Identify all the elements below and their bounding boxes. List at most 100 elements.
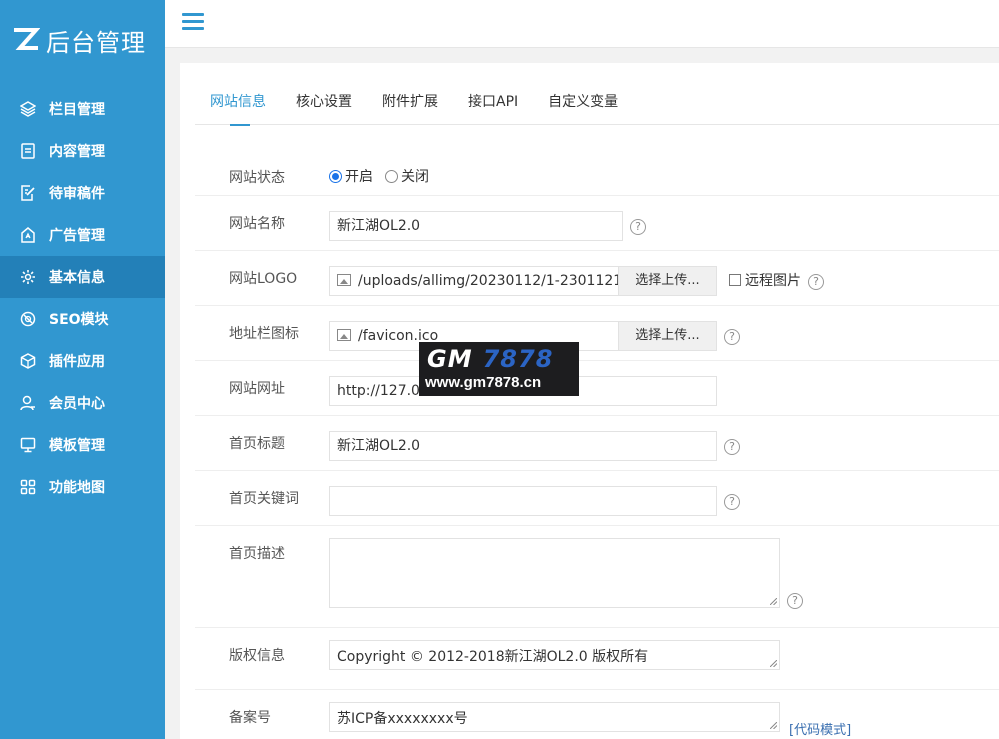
copyright-textarea[interactable]: Copyright © 2012-2018新江湖OL2.0 版权所有 (329, 640, 780, 670)
form-row-logo: 网站LOGO /uploads/allimg/20230112/1-230112… (195, 251, 999, 306)
watermark-number: 7878 (482, 345, 554, 373)
home-title-input[interactable]: 新江湖OL2.0 (329, 431, 717, 461)
sidebar-item-seo[interactable]: SEO模块 (0, 298, 165, 340)
sidebar-item-label: 内容管理 (49, 144, 105, 160)
sidebar-item-label: 栏目管理 (49, 102, 105, 118)
logo[interactable]: 后台管理 (0, 0, 165, 80)
icp-value: 苏ICP备xxxxxxxx号 (337, 711, 468, 727)
sidebar-nav: 栏目管理 内容管理 待审稿件 广告管理 基本信息 SEO模块 插件应用 会员中心… (0, 88, 165, 508)
favicon-upload-button[interactable]: 选择上传... (618, 321, 717, 351)
sidebar-item-label: 广告管理 (49, 228, 105, 244)
remote-image-label: 远程图片 (745, 273, 801, 289)
form-row-icp: 备案号 苏ICP备xxxxxxxx号 [代码模式] (195, 690, 999, 739)
sidebar-item-label: 模板管理 (49, 438, 105, 454)
tab-core-settings[interactable]: 核心设置 (281, 63, 367, 125)
sidebar-item-plugins[interactable]: 插件应用 (0, 340, 165, 382)
help-icon[interactable]: ? (630, 219, 646, 235)
status-radio-on[interactable]: 开启 (329, 166, 373, 186)
resize-handle-icon[interactable] (770, 660, 777, 667)
status-radio-off[interactable]: 关闭 (385, 166, 429, 186)
sidebar-item-content[interactable]: 内容管理 (0, 130, 165, 172)
main-panel: 网站信息 核心设置 附件扩展 接口API 自定义变量 网站状态 开启 关闭 网站… (180, 63, 999, 739)
watermark: GM 7878 www.gm7878.cn (419, 342, 579, 396)
home-keywords-input[interactable] (329, 486, 717, 516)
radio-off-label: 关闭 (401, 169, 429, 185)
form-row-home-description: 首页描述 ? (195, 526, 999, 628)
form-row-site-url: 网站网址 http://127.0.0.1 (195, 361, 999, 416)
copyright-value: Copyright © 2012-2018新江湖OL2.0 版权所有 (337, 649, 649, 665)
home-keywords-label: 首页关键词 (229, 491, 299, 507)
site-url-label: 网站网址 (229, 381, 285, 397)
sidebar: 后台管理 栏目管理 内容管理 待审稿件 广告管理 基本信息 SEO模块 插件应用… (0, 0, 165, 739)
code-mode-link[interactable]: [代码模式] (789, 719, 851, 738)
top-bar (165, 0, 999, 48)
home-description-textarea[interactable] (329, 538, 780, 608)
sidebar-item-label: 待审稿件 (49, 186, 105, 202)
sidebar-item-label: 插件应用 (49, 354, 105, 370)
form-row-home-title: 首页标题 新江湖OL2.0 ? (195, 416, 999, 471)
home-description-label: 首页描述 (229, 546, 285, 562)
document-icon (20, 143, 36, 159)
favicon-label: 地址栏图标 (229, 326, 299, 342)
user-icon (20, 395, 36, 411)
form-row-favicon: 地址栏图标 /favicon.ico 选择上传... ? (195, 306, 999, 361)
icp-textarea[interactable]: 苏ICP备xxxxxxxx号 (329, 702, 780, 732)
logo-label: 网站LOGO (229, 271, 298, 287)
ad-icon (20, 227, 36, 243)
checkbox[interactable] (729, 274, 741, 286)
form-row-status: 网站状态 开启 关闭 (195, 141, 999, 196)
radio-button[interactable] (329, 170, 342, 183)
help-icon[interactable]: ? (724, 439, 740, 455)
copyright-label: 版权信息 (229, 648, 285, 664)
help-icon[interactable]: ? (724, 494, 740, 510)
sidebar-item-label: 基本信息 (49, 270, 105, 286)
form-row-copyright: 版权信息 Copyright © 2012-2018新江湖OL2.0 版权所有 (195, 628, 999, 690)
edit-document-icon (20, 185, 36, 201)
site-name-input[interactable]: 新江湖OL2.0 (329, 211, 623, 241)
seo-icon (20, 311, 36, 327)
image-icon (337, 329, 351, 341)
resize-handle-icon[interactable] (770, 722, 777, 729)
logo-text: 后台管理 (46, 28, 146, 57)
resize-handle-icon[interactable] (770, 598, 777, 605)
logo-path-value: /uploads/allimg/20230112/1-2301121632 (358, 273, 618, 289)
monitor-icon (20, 437, 36, 453)
tab-custom-vars[interactable]: 自定义变量 (533, 63, 633, 125)
gear-icon (20, 269, 36, 285)
logo-upload-button[interactable]: 选择上传... (618, 266, 717, 296)
radio-button[interactable] (385, 170, 398, 183)
sidebar-item-label: SEO模块 (49, 312, 109, 328)
sidebar-item-basic-info[interactable]: 基本信息 (0, 256, 165, 298)
site-name-label: 网站名称 (229, 216, 285, 232)
tab-bar: 网站信息 核心设置 附件扩展 接口API 自定义变量 (195, 63, 999, 126)
sidebar-item-pending[interactable]: 待审稿件 (0, 172, 165, 214)
status-label: 网站状态 (229, 170, 285, 186)
watermark-brand: GM (427, 345, 473, 373)
form-row-site-name: 网站名称 新江湖OL2.0 ? (195, 196, 999, 251)
radio-on-label: 开启 (345, 169, 373, 185)
logo-z-icon (14, 28, 40, 50)
layers-icon (20, 101, 36, 117)
logo-path-input[interactable]: /uploads/allimg/20230112/1-2301121632 (329, 266, 619, 296)
sidebar-item-ads[interactable]: 广告管理 (0, 214, 165, 256)
sidebar-item-function-map[interactable]: 功能地图 (0, 466, 165, 508)
tab-site-info[interactable]: 网站信息 (195, 63, 281, 126)
image-icon (337, 274, 351, 286)
sidebar-item-members[interactable]: 会员中心 (0, 382, 165, 424)
cube-icon (20, 353, 36, 369)
settings-form: 网站状态 开启 关闭 网站名称 新江湖OL2.0 ? 网站LOGO /uploa… (195, 141, 999, 739)
help-icon[interactable]: ? (787, 593, 803, 609)
tab-api[interactable]: 接口API (453, 63, 533, 125)
remote-image-checkbox[interactable]: 远程图片 (729, 270, 801, 290)
menu-toggle-icon[interactable] (182, 13, 204, 31)
icp-label: 备案号 (229, 710, 271, 726)
sidebar-item-label: 会员中心 (49, 396, 105, 412)
help-icon[interactable]: ? (808, 274, 824, 290)
sidebar-item-label: 功能地图 (49, 480, 105, 496)
help-icon[interactable]: ? (724, 329, 740, 345)
home-title-label: 首页标题 (229, 436, 285, 452)
tab-attachments[interactable]: 附件扩展 (367, 63, 453, 125)
watermark-logo: GM 7878 (427, 344, 553, 374)
sidebar-item-templates[interactable]: 模板管理 (0, 424, 165, 466)
sidebar-item-column[interactable]: 栏目管理 (0, 88, 165, 130)
